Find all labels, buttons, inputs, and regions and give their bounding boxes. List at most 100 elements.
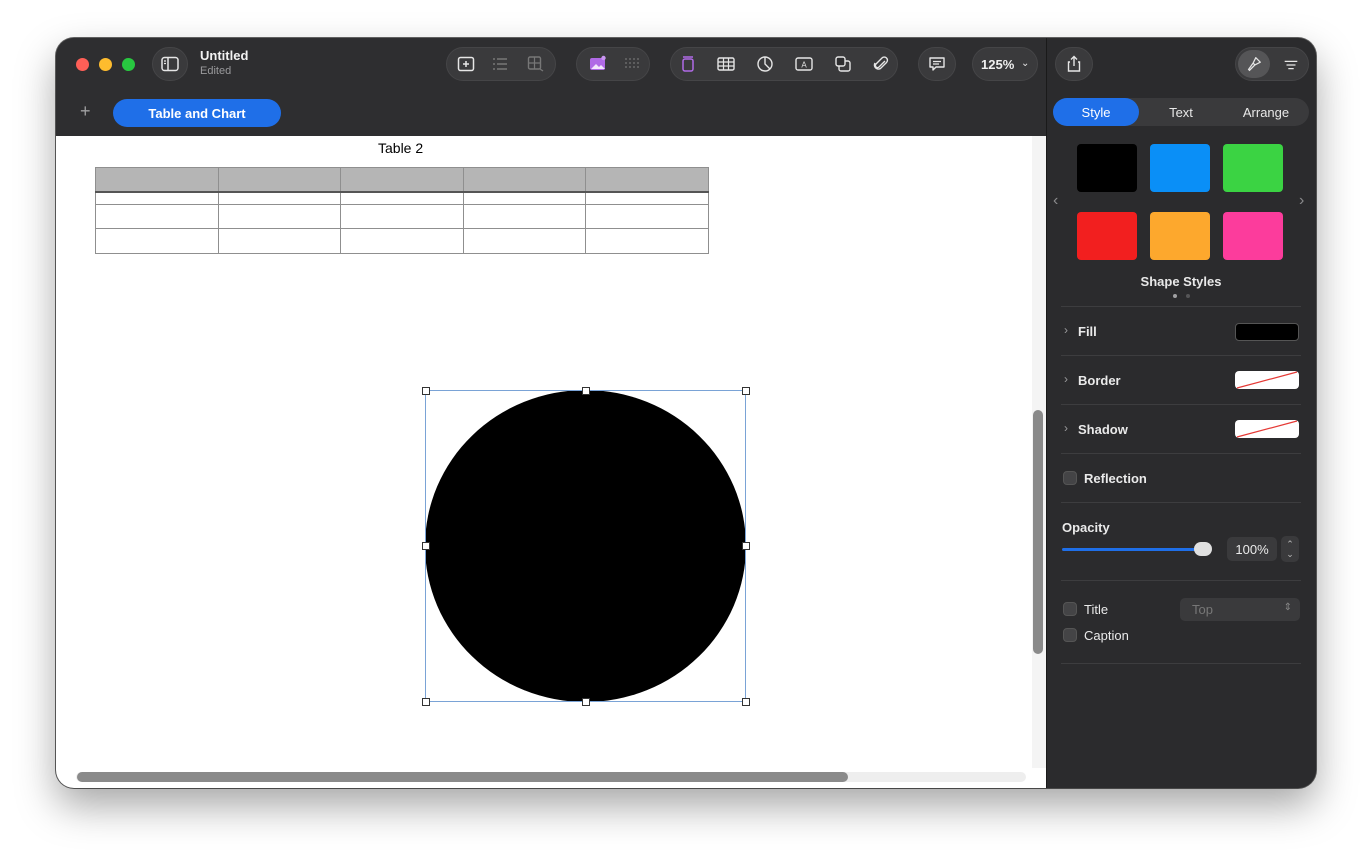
vertical-scroll-thumb[interactable] <box>1033 410 1043 654</box>
horizontal-scroll-thumb[interactable] <box>77 772 848 782</box>
title-position-value: Top <box>1192 602 1213 617</box>
divider <box>1061 306 1301 307</box>
border-color-well[interactable] <box>1235 371 1299 389</box>
media-icon[interactable] <box>585 51 611 77</box>
none-slash-icon <box>1236 371 1298 389</box>
shape-style-swatch-2[interactable] <box>1150 144 1210 192</box>
resize-handle-top-right[interactable] <box>742 387 750 395</box>
share-icon <box>1067 55 1081 72</box>
resize-handle-bottom-right[interactable] <box>742 698 750 706</box>
table-icon[interactable] <box>713 51 739 77</box>
objects-group: A <box>670 47 898 81</box>
chart-icon[interactable] <box>752 51 778 77</box>
format-inspector: Style Text Arrange ‹ › Shape Styles › Fi… <box>1046 38 1316 788</box>
shape-style-swatch-3[interactable] <box>1223 144 1283 192</box>
text-icon[interactable]: A <box>791 51 817 77</box>
title-checkbox[interactable] <box>1063 602 1077 616</box>
list-icon[interactable] <box>487 51 513 77</box>
share-button[interactable] <box>1055 47 1093 81</box>
disclosure-chevron-icon[interactable]: › <box>1064 323 1068 337</box>
text-box-icon[interactable] <box>675 51 701 77</box>
title-position-select[interactable]: Top ⇕ <box>1180 598 1300 621</box>
chevron-right-icon[interactable]: › <box>1299 192 1304 210</box>
divider <box>1061 502 1301 503</box>
grid-icon[interactable] <box>619 51 645 77</box>
format-brush-icon <box>1247 57 1261 72</box>
reflection-checkbox[interactable] <box>1063 471 1077 485</box>
add-page-icon[interactable] <box>453 51 479 77</box>
minimize-window-button[interactable] <box>99 58 112 71</box>
shape-icon[interactable] <box>830 51 856 77</box>
inspector-tabs: Style Text Arrange <box>1053 98 1309 126</box>
table-header-row <box>95 167 709 193</box>
updown-chevron-icon: ⇕ <box>1283 602 1292 613</box>
disclosure-chevron-icon[interactable]: › <box>1064 421 1068 435</box>
shape-style-swatch-4[interactable] <box>1077 212 1137 260</box>
sidebar-icon <box>157 51 183 77</box>
shape-style-swatch-1[interactable] <box>1077 144 1137 192</box>
insert-group <box>446 47 556 81</box>
resize-handle-top[interactable] <box>582 387 590 395</box>
resize-handle-top-left[interactable] <box>422 387 430 395</box>
sheet-tab-table-and-chart[interactable]: Table and Chart <box>113 99 281 127</box>
attachment-icon[interactable] <box>868 51 894 77</box>
divider <box>1061 580 1301 581</box>
opacity-slider[interactable] <box>1062 548 1202 551</box>
shape-style-swatch-5[interactable] <box>1150 212 1210 260</box>
document-button[interactable] <box>1278 52 1304 78</box>
comment-icon <box>924 51 950 77</box>
selection-frame <box>425 390 746 702</box>
opacity-label: Opacity <box>1062 520 1110 535</box>
svg-text:A: A <box>801 61 807 70</box>
document-title[interactable]: Untitled <box>200 48 248 63</box>
opacity-slider-knob[interactable] <box>1194 542 1212 556</box>
caption-label[interactable]: Caption <box>1084 628 1129 643</box>
document-canvas[interactable]: Table 2 <box>56 136 1046 788</box>
tab-arrange[interactable]: Arrange <box>1223 98 1309 126</box>
page-indicator-dot-active[interactable] <box>1173 294 1177 298</box>
shadow-label[interactable]: Shadow <box>1078 422 1128 437</box>
zoom-menu[interactable]: 125% ⌄ <box>972 47 1038 81</box>
table-row <box>95 191 709 205</box>
border-label[interactable]: Border <box>1078 373 1121 388</box>
document-status: Edited <box>200 65 232 77</box>
opacity-field[interactable]: 100% <box>1227 537 1277 561</box>
tab-text[interactable]: Text <box>1139 98 1223 126</box>
format-brush-button[interactable] <box>1238 50 1270 78</box>
resize-handle-bottom[interactable] <box>582 698 590 706</box>
comment-button[interactable] <box>918 47 956 81</box>
zoom-window-button[interactable] <box>122 58 135 71</box>
opacity-stepper[interactable]: ⌃ ⌄ <box>1281 536 1299 562</box>
document-icon <box>1284 60 1298 70</box>
add-sheet-button[interactable]: + <box>80 102 91 120</box>
table-row <box>95 228 709 254</box>
shape-style-swatch-6[interactable] <box>1223 212 1283 260</box>
table-2[interactable] <box>95 167 709 254</box>
divider <box>1061 453 1301 454</box>
disclosure-chevron-icon[interactable]: › <box>1064 372 1068 386</box>
resize-handle-right[interactable] <box>742 542 750 550</box>
tab-style[interactable]: Style <box>1053 98 1139 126</box>
divider <box>1061 404 1301 405</box>
table-rows-icon[interactable] <box>523 51 549 77</box>
resize-handle-bottom-left[interactable] <box>422 698 430 706</box>
shadow-color-well[interactable] <box>1235 420 1299 438</box>
table-title[interactable]: Table 2 <box>378 140 423 156</box>
chevron-left-icon[interactable]: ‹ <box>1053 192 1058 210</box>
zoom-value: 125% <box>981 57 1015 72</box>
toolbar: Untitled Edited A 125% ⌄ + Table and Cha… <box>56 38 1046 136</box>
caption-checkbox[interactable] <box>1063 628 1077 642</box>
resize-handle-left[interactable] <box>422 542 430 550</box>
media-group <box>576 47 650 81</box>
inspector-mode-group <box>1235 47 1309 81</box>
divider <box>1061 663 1301 664</box>
chevron-down-icon: ⌄ <box>1021 58 1030 69</box>
sidebar-toggle-button[interactable] <box>152 47 188 81</box>
close-window-button[interactable] <box>76 58 89 71</box>
title-label[interactable]: Title <box>1084 602 1108 617</box>
fill-color-well[interactable] <box>1235 323 1299 341</box>
fill-label[interactable]: Fill <box>1078 324 1097 339</box>
divider <box>1061 355 1301 356</box>
page-indicator-dot[interactable] <box>1186 294 1190 298</box>
reflection-label[interactable]: Reflection <box>1084 471 1147 486</box>
